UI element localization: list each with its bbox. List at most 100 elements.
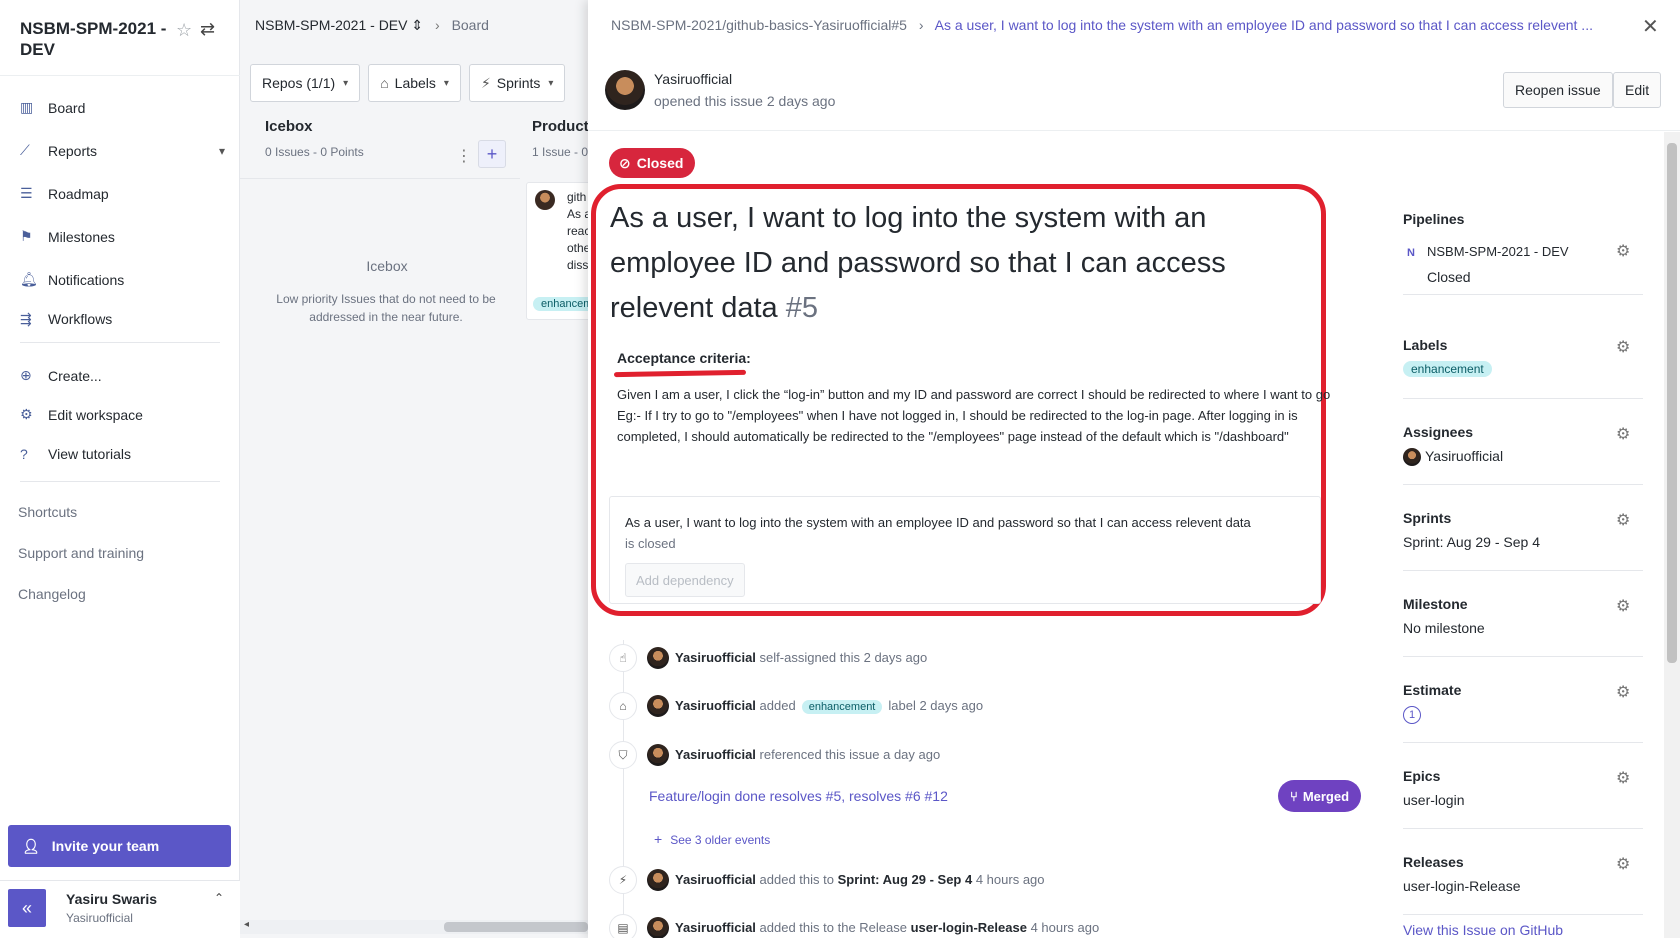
assignee-name: Yasiruofficial bbox=[1425, 448, 1504, 464]
nav-milestones[interactable]: ⚑ Milestones bbox=[20, 215, 225, 258]
bell-icon: 🔔︎ bbox=[20, 271, 38, 287]
sprints-filter[interactable]: ⚡︎ Sprints ▾ bbox=[468, 64, 566, 102]
meta-epics: Epics ⚙ user-login bbox=[1403, 768, 1643, 808]
workspace-name[interactable]: NSBM-SPM-2021 - DEV bbox=[20, 18, 170, 60]
column-title: Icebox bbox=[265, 118, 313, 135]
gear-icon[interactable]: ⚙ bbox=[1616, 337, 1630, 357]
star-icon[interactable]: ☆ bbox=[176, 20, 192, 41]
divider bbox=[1403, 656, 1643, 657]
meta-milestone: Milestone ⚙ No milestone bbox=[1403, 596, 1643, 636]
sort-icon[interactable]: ⇕ bbox=[411, 17, 423, 33]
issue-opened-time: opened this issue 2 days ago bbox=[654, 93, 836, 109]
event-user[interactable]: Yasiruofficial bbox=[675, 698, 756, 713]
check-circle-icon: ⊘ bbox=[619, 154, 631, 171]
filter-label: Labels bbox=[394, 75, 436, 91]
pull-request-link[interactable]: Feature/login done resolves #5, resolves… bbox=[649, 788, 948, 804]
sprint-value[interactable]: Sprint: Aug 29 - Sep 4 bbox=[1403, 534, 1643, 550]
nav-workflows[interactable]: ⇶ Workflows bbox=[20, 301, 225, 337]
issue-repo-ref[interactable]: NSBM-SPM-2021/github-basics-Yasiruoffici… bbox=[611, 17, 907, 33]
see-older-events-button[interactable]: + See 3 older events bbox=[654, 831, 770, 847]
empty-column-description: Low priority Issues that do not need to … bbox=[276, 292, 496, 324]
event-desc: label 2 days ago bbox=[888, 698, 984, 713]
gear-icon[interactable]: ⚙ bbox=[1616, 596, 1630, 616]
support-link[interactable]: Support and training bbox=[18, 541, 144, 582]
breadcrumb-workspace[interactable]: NSBM-SPM-2021 - DEV bbox=[255, 17, 407, 33]
event-user[interactable]: Yasiruofficial bbox=[675, 872, 756, 887]
label-chip[interactable]: enhancement bbox=[801, 700, 883, 714]
switch-workspace-icon[interactable]: ⇄ bbox=[200, 19, 215, 40]
meta-title: Estimate bbox=[1403, 682, 1462, 698]
view-tutorials-button[interactable]: ? View tutorials bbox=[20, 434, 225, 473]
collapse-sidebar-button[interactable]: « bbox=[8, 889, 46, 927]
divider bbox=[588, 130, 1680, 131]
column-meta: 0 Issues - 0 Points bbox=[265, 145, 364, 159]
create-button[interactable]: ⊕ Create... bbox=[20, 356, 225, 395]
filter-label: Sprints bbox=[496, 75, 541, 91]
gear-icon[interactable]: ⚙ bbox=[1616, 241, 1630, 261]
event-text: Yasiruofficial self-assigned this 2 days… bbox=[675, 650, 927, 665]
event-target[interactable]: Sprint: Aug 29 - Sep 4 bbox=[838, 872, 973, 887]
meta-title: Releases bbox=[1403, 854, 1464, 870]
event-target[interactable]: user-login-Release bbox=[911, 920, 1027, 935]
issue-author[interactable]: Yasiruofficial bbox=[654, 71, 732, 87]
invite-team-button[interactable]: 👤︎ Invite your team bbox=[8, 825, 231, 867]
divider bbox=[1403, 294, 1643, 295]
changelog-link[interactable]: Changelog bbox=[18, 582, 144, 623]
meta-pipelines: Pipelines ⚙ N NSBM-SPM-2021 - DEV Closed bbox=[1403, 211, 1643, 285]
nav-notifications[interactable]: 🔔︎ Notifications bbox=[20, 258, 225, 301]
divider bbox=[1403, 742, 1643, 743]
label-chip[interactable]: enhancement bbox=[1403, 361, 1492, 377]
pipeline-workspace-name: NSBM-SPM-2021 - DEV bbox=[1427, 244, 1569, 259]
nav-label: Workflows bbox=[48, 311, 113, 327]
edit-button[interactable]: Edit bbox=[1613, 72, 1662, 108]
estimate-value[interactable]: 1 bbox=[1403, 706, 1421, 724]
timeline-event: ⚡︎ Yasiruofficial added this to Sprint: … bbox=[609, 866, 1329, 894]
issue-title-link[interactable]: As a user, I want to log into the system… bbox=[935, 17, 1593, 33]
dependency-box: As a user, I want to log into the system… bbox=[609, 496, 1321, 604]
chevron-up-icon[interactable]: ⌃ bbox=[214, 891, 224, 905]
event-user[interactable]: Yasiruofficial bbox=[675, 650, 756, 665]
event-user[interactable]: Yasiruofficial bbox=[675, 747, 756, 762]
close-icon[interactable]: ✕ bbox=[1642, 14, 1659, 39]
nav-label: Notifications bbox=[48, 271, 125, 288]
scrollbar-thumb[interactable] bbox=[444, 922, 588, 932]
nav-reports[interactable]: ⟋ Reports ▾ bbox=[20, 129, 225, 172]
event-desc: added this to bbox=[759, 872, 834, 887]
labels-filter[interactable]: ⌂ Labels ▾ bbox=[368, 64, 461, 102]
avatar bbox=[535, 190, 555, 210]
divider bbox=[0, 75, 240, 76]
shield-icon: ⛉ bbox=[609, 741, 637, 769]
sprint-icon: ⚡︎ bbox=[609, 866, 637, 894]
gear-icon[interactable]: ⚙ bbox=[1616, 510, 1630, 530]
issue-title-text: As a user, I want to log into the system… bbox=[610, 202, 1226, 324]
reopen-issue-button[interactable]: Reopen issue bbox=[1503, 72, 1613, 108]
assignee[interactable]: Yasiruofficial bbox=[1403, 448, 1643, 467]
workspace-chip: N bbox=[1407, 247, 1415, 259]
gear-icon[interactable]: ⚙ bbox=[1616, 854, 1630, 874]
repos-filter[interactable]: Repos (1/1) ▾ bbox=[250, 64, 361, 102]
scrollbar-thumb[interactable] bbox=[1667, 143, 1677, 663]
add-dependency-button[interactable]: Add dependency bbox=[625, 563, 745, 597]
chevron-right-icon: › bbox=[918, 17, 924, 33]
dependency-title[interactable]: As a user, I want to log into the system… bbox=[625, 515, 1251, 530]
column-menu-icon[interactable]: ⋮ bbox=[456, 146, 472, 166]
epic-value[interactable]: user-login bbox=[1403, 792, 1643, 808]
gear-icon[interactable]: ⚙ bbox=[1616, 768, 1630, 788]
edit-workspace-button[interactable]: ⚙ Edit workspace bbox=[20, 395, 225, 434]
merged-badge: ⑂ Merged bbox=[1278, 780, 1362, 812]
view-on-github-link[interactable]: View this Issue on GitHub bbox=[1403, 922, 1563, 938]
release-value[interactable]: user-login-Release bbox=[1403, 878, 1643, 894]
chevron-down-icon[interactable]: ▾ bbox=[219, 144, 225, 158]
nav-roadmap[interactable]: ☰ Roadmap bbox=[20, 172, 225, 215]
issue-body: Given I am a user, I click the “log-in” … bbox=[617, 384, 1332, 447]
add-issue-button[interactable]: + bbox=[478, 140, 506, 168]
pipeline-status[interactable]: Closed bbox=[1403, 269, 1643, 285]
nav-board[interactable]: ▥ Board bbox=[20, 86, 225, 129]
shortcuts-link[interactable]: Shortcuts bbox=[18, 500, 144, 541]
acceptance-criteria-heading: Acceptance criteria: bbox=[617, 350, 751, 366]
gear-icon[interactable]: ⚙ bbox=[1616, 424, 1630, 444]
scroll-left-icon[interactable]: ◂ bbox=[244, 919, 249, 930]
meta-title: Assignees bbox=[1403, 424, 1474, 440]
event-user[interactable]: Yasiruofficial bbox=[675, 920, 756, 935]
gear-icon[interactable]: ⚙ bbox=[1616, 682, 1630, 702]
